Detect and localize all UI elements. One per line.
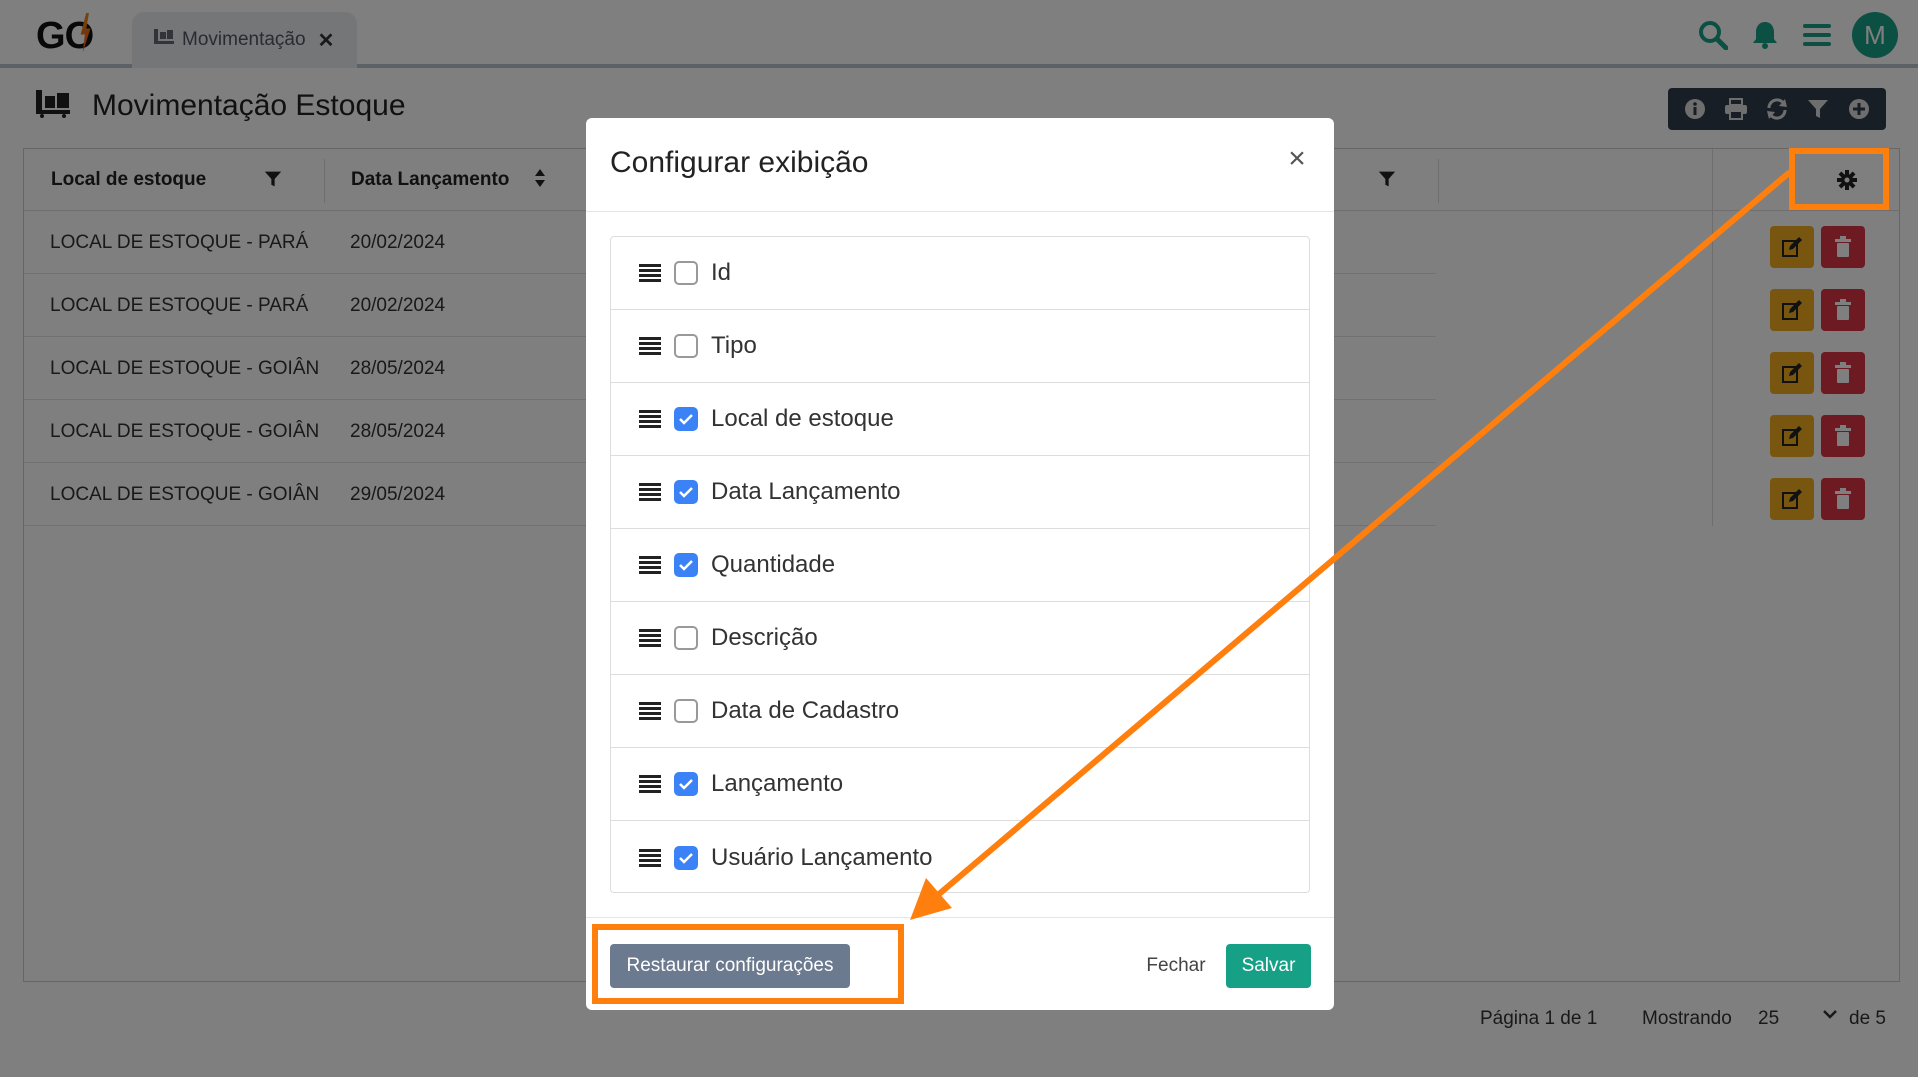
- drag-handle-icon[interactable]: [639, 848, 661, 868]
- drag-handle-icon[interactable]: [639, 628, 661, 648]
- save-button[interactable]: Salvar: [1226, 944, 1311, 988]
- column-checkbox[interactable]: [674, 845, 698, 870]
- column-option[interactable]: Id: [611, 237, 1309, 310]
- column-label: Lançamento: [711, 770, 844, 797]
- column-checkbox[interactable]: [674, 772, 698, 796]
- column-option[interactable]: Quantidade: [611, 529, 1309, 602]
- column-label: Descrição: [711, 624, 818, 651]
- column-checkbox[interactable]: [674, 261, 698, 285]
- column-list: Id Tipo Local de estoque Data Lançamento Qua…: [610, 236, 1310, 893]
- drag-handle-icon[interactable]: [639, 701, 661, 721]
- column-label: Id: [711, 259, 732, 286]
- drag-handle-icon[interactable]: [639, 336, 661, 356]
- close-icon[interactable]: ×: [1282, 144, 1312, 174]
- column-checkbox[interactable]: [674, 480, 698, 504]
- column-option[interactable]: Local de estoque: [611, 383, 1309, 456]
- column-option[interactable]: Data de Cadastro: [611, 675, 1309, 748]
- column-option[interactable]: Tipo: [611, 310, 1309, 383]
- drag-handle-icon[interactable]: [639, 774, 661, 794]
- column-option[interactable]: Data Lançamento: [611, 456, 1309, 529]
- column-label: Data de Cadastro: [711, 697, 900, 724]
- display-config-modal: Configurar exibição × Id Tipo Local de est…: [586, 118, 1334, 1010]
- column-label: Quantidade: [711, 551, 836, 578]
- column-checkbox[interactable]: [674, 626, 698, 650]
- column-label: Usuário Lançamento: [711, 843, 933, 871]
- drag-handle-icon[interactable]: [639, 555, 661, 575]
- restore-settings-button[interactable]: Restaurar configurações: [610, 944, 850, 988]
- modal-title: Configurar exibição: [610, 146, 869, 179]
- column-option[interactable]: Descrição: [611, 602, 1309, 675]
- column-checkbox[interactable]: [674, 553, 698, 577]
- column-option[interactable]: Lançamento: [611, 748, 1309, 821]
- column-checkbox[interactable]: [674, 334, 698, 358]
- modal-header: Configurar exibição ×: [586, 118, 1334, 212]
- drag-handle-icon[interactable]: [639, 409, 661, 429]
- drag-handle-icon[interactable]: [639, 482, 661, 502]
- column-checkbox[interactable]: [674, 407, 698, 431]
- column-option[interactable]: Usuário Lançamento: [611, 821, 1309, 894]
- modal-footer: Restaurar configurações Fechar Salvar: [586, 917, 1334, 1010]
- column-label: Local de estoque: [711, 405, 894, 432]
- column-label: Tipo: [711, 332, 757, 359]
- column-label: Data Lançamento: [711, 478, 901, 505]
- column-checkbox[interactable]: [674, 699, 698, 723]
- close-button[interactable]: Fechar: [1136, 944, 1216, 988]
- drag-handle-icon[interactable]: [639, 263, 661, 283]
